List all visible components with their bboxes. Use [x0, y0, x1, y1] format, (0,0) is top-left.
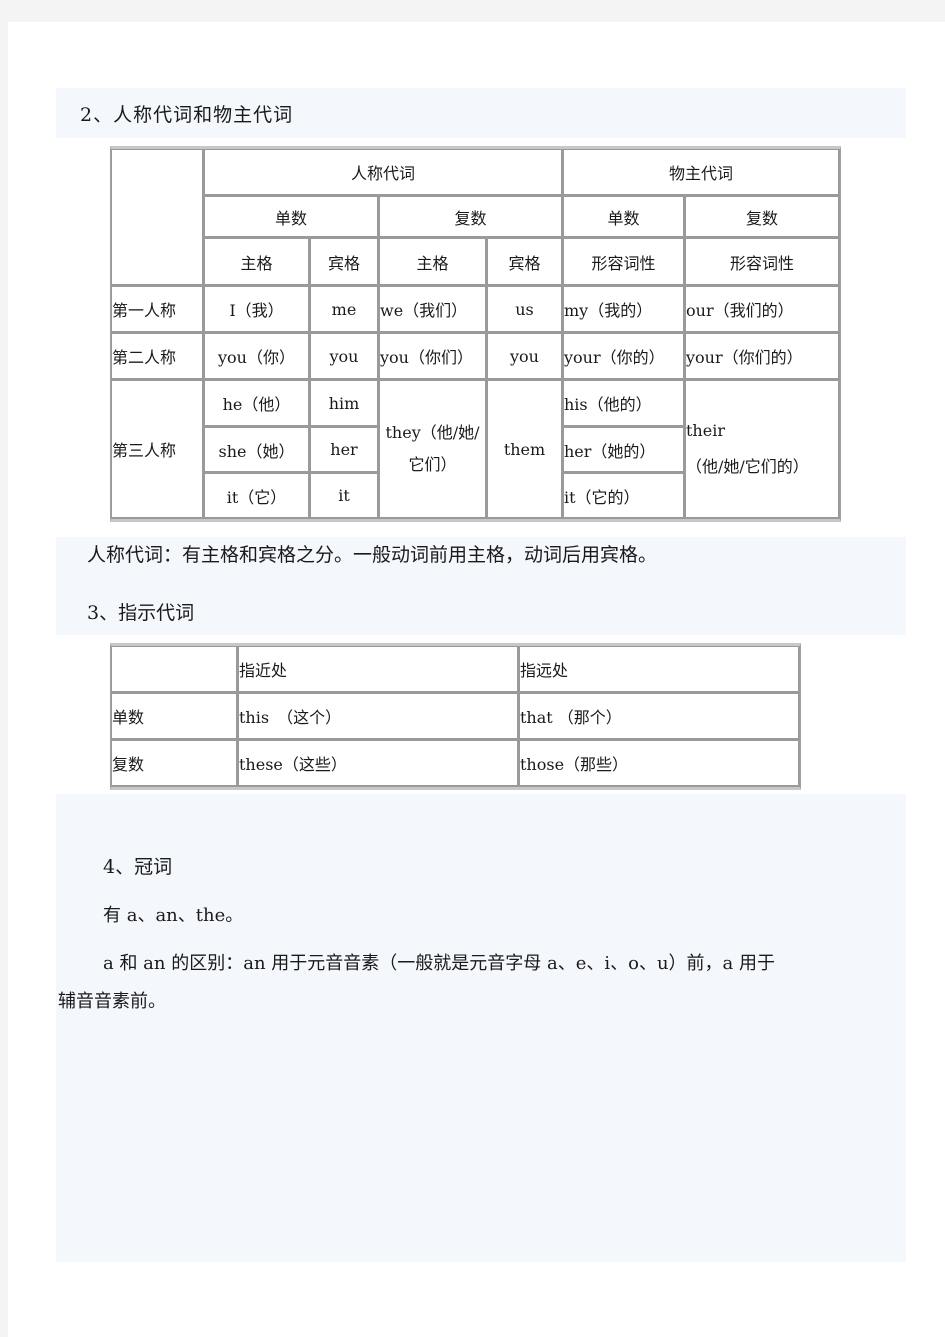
articles-list: 有 a、an、the。	[103, 905, 244, 926]
corner-cell	[111, 149, 204, 286]
cell: our（我们的）	[685, 286, 840, 333]
number-header: 单数	[563, 196, 685, 238]
cell: their （他/她/它们的）	[685, 380, 840, 519]
case-header: 形容词性	[685, 238, 840, 286]
case-header: 主格	[204, 238, 310, 286]
demonstrative-table: 指近处 指远处 单数 this （这个） that （那个） 复数 these（…	[110, 643, 801, 790]
cell: us	[487, 286, 563, 333]
person-label: 第一人称	[111, 286, 204, 333]
cell: she（她）	[204, 427, 310, 473]
case-header: 形容词性	[563, 238, 685, 286]
section3-heading: 3、指示代词	[87, 602, 195, 624]
row-label: 单数	[111, 693, 238, 740]
cell: you	[310, 333, 379, 380]
cell: it（它）	[204, 473, 310, 519]
section4-heading: 4、冠词	[103, 856, 173, 878]
cell: him	[310, 380, 379, 427]
cell: these（这些）	[238, 740, 519, 787]
articles-rule-cont: 辅音音素前。	[58, 991, 166, 1012]
cell: that （那个）	[519, 693, 800, 740]
corner-cell	[111, 646, 238, 693]
group-header-possessive: 物主代词	[563, 149, 840, 196]
their-gloss: （他/她/它们的）	[686, 457, 809, 476]
cell: her	[310, 427, 379, 473]
table-header-row: 指近处 指远处	[111, 646, 800, 693]
column-header: 指近处	[238, 646, 519, 693]
table-row: 第一人称 I（我） me we（我们） us my（我的） our（我们的）	[111, 286, 840, 333]
articles-rule: a 和 an 的区别：an 用于元音音素（一般就是元音字母 a、e、i、o、u）…	[103, 953, 776, 974]
cell: you（你）	[204, 333, 310, 380]
table-row: 单数 this （这个） that （那个）	[111, 693, 800, 740]
column-header: 指远处	[519, 646, 800, 693]
cell: you（你们）	[379, 333, 487, 380]
their-line: their	[686, 421, 725, 440]
cell: your（你们的）	[685, 333, 840, 380]
section4-band	[56, 794, 906, 1262]
case-header: 宾格	[310, 238, 379, 286]
person-label: 第三人称	[111, 380, 204, 519]
case-header: 主格	[379, 238, 487, 286]
cell: you	[487, 333, 563, 380]
cell: we（我们）	[379, 286, 487, 333]
cell: his（他的）	[563, 380, 685, 427]
case-header: 宾格	[487, 238, 563, 286]
cell: he（他）	[204, 380, 310, 427]
section2-heading: 2、人称代词和物主代词	[80, 104, 294, 126]
table-row: 复数 these（这些） those（那些）	[111, 740, 800, 787]
cell: them	[487, 380, 563, 519]
cell: it（它的）	[563, 473, 685, 519]
cell: I（我）	[204, 286, 310, 333]
number-header: 复数	[685, 196, 840, 238]
table-row: 第二人称 you（你） you you（你们） you your（你的） you…	[111, 333, 840, 380]
row-label: 复数	[111, 740, 238, 787]
cell: this （这个）	[238, 693, 519, 740]
number-header: 单数	[204, 196, 379, 238]
cell: me	[310, 286, 379, 333]
group-header-personal: 人称代词	[204, 149, 563, 196]
cell: it	[310, 473, 379, 519]
person-label: 第二人称	[111, 333, 204, 380]
cell: they（他/她/它们）	[379, 380, 487, 519]
cell: those（那些）	[519, 740, 800, 787]
pronoun-note: 人称代词：有主格和宾格之分。一般动词前用主格，动词后用宾格。	[87, 544, 658, 566]
cell: her（她的）	[563, 427, 685, 473]
cell: your（你的）	[563, 333, 685, 380]
pronoun-table: 人称代词 物主代词 单数 复数 单数 复数 主格 宾格 主格 宾格 形容词性 形…	[110, 146, 841, 522]
cell: my（我的）	[563, 286, 685, 333]
table-row: 第三人称 he（他） him they（他/她/它们） them his（他的）…	[111, 380, 840, 519]
number-header: 复数	[379, 196, 563, 238]
